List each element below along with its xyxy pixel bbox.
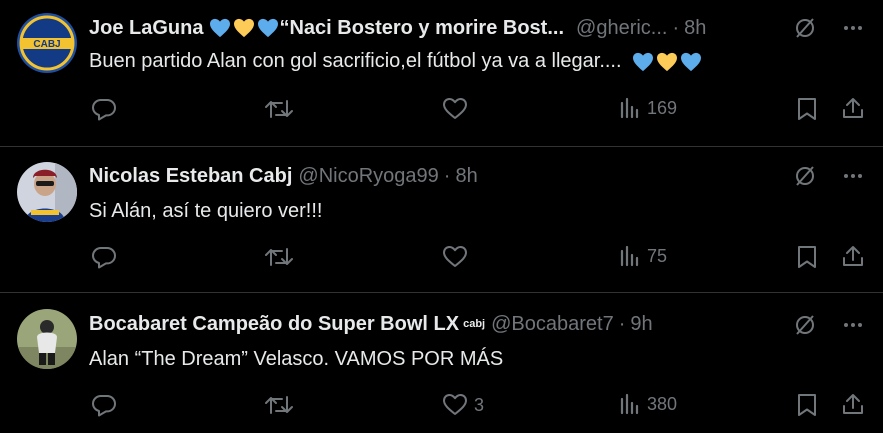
bookmark-icon <box>798 98 816 120</box>
bookmark-button[interactable] <box>796 97 818 121</box>
display-name-suffix[interactable]: “Naci Bostero y morire Bost... <box>279 17 564 40</box>
retweet-button[interactable] <box>264 97 294 121</box>
share-button[interactable] <box>841 392 865 416</box>
more-icon[interactable] <box>841 313 865 337</box>
user-handle[interactable]: @Bocabaret7 <box>491 313 614 336</box>
timestamp[interactable]: 8h <box>684 17 706 40</box>
view-count: 169 <box>647 97 678 118</box>
avatar[interactable] <box>17 162 77 222</box>
more-icon[interactable] <box>841 16 865 40</box>
tweet-3[interactable]: Bocabaret Campeão do Super Bowl LX cabj … <box>0 293 883 433</box>
name-emojis <box>209 18 279 38</box>
display-name[interactable]: Nicolas Esteban Cabj <box>89 165 292 188</box>
views-button[interactable]: 75 <box>619 245 667 267</box>
blue-heart-icon <box>258 18 279 38</box>
more-icon[interactable] <box>841 164 865 188</box>
reply-button[interactable] <box>91 245 117 269</box>
views-icon <box>620 393 639 415</box>
tweet-text: Buen partido Alan con gol sacrificio,el … <box>89 50 622 72</box>
share-icon <box>843 394 863 414</box>
tweet-text: Si Alán, así te quiero ver!!! <box>89 200 323 222</box>
reply-feed: CABJ Joe LaGuna “Naci Bostero y morire B… <box>0 0 883 433</box>
timestamp[interactable]: 9h <box>630 313 652 336</box>
like-icon <box>443 394 467 415</box>
share-icon <box>843 98 863 118</box>
display-name[interactable]: Joe LaGuna <box>89 17 203 40</box>
share-icon <box>843 246 863 266</box>
reply-button[interactable] <box>91 393 117 417</box>
tweet-1[interactable]: CABJ Joe LaGuna “Naci Bostero y morire B… <box>0 0 883 146</box>
yellow-heart-icon <box>234 18 255 38</box>
reply-icon <box>92 247 116 269</box>
boca-crest-avatar: CABJ <box>17 13 77 73</box>
blue-heart-icon <box>680 52 701 71</box>
views-button[interactable]: 169 <box>619 97 677 119</box>
views-icon <box>620 97 639 119</box>
grok-icon[interactable] <box>793 164 817 188</box>
views-icon <box>620 245 639 267</box>
profile-photo <box>17 309 77 369</box>
separator-dot: · <box>618 312 626 335</box>
like-button[interactable] <box>442 97 474 121</box>
blue-heart-icon <box>632 52 653 71</box>
views-button[interactable]: 380 <box>619 393 677 415</box>
yellow-heart-icon <box>656 52 677 71</box>
bookmark-button[interactable] <box>796 245 818 269</box>
grok-icon[interactable] <box>793 16 817 40</box>
reply-button[interactable] <box>91 97 117 121</box>
view-count: 380 <box>647 393 678 414</box>
grok-icon[interactable] <box>793 313 817 337</box>
profile-photo <box>17 162 77 222</box>
user-handle[interactable]: @NicoRyoga99 <box>298 165 438 188</box>
avatar[interactable] <box>17 309 77 369</box>
avatar[interactable]: CABJ <box>17 13 77 73</box>
text-emojis <box>632 52 702 72</box>
separator-dot: · <box>443 164 451 187</box>
like-button[interactable]: 3 <box>442 393 484 417</box>
retweet-icon <box>265 248 293 266</box>
retweet-icon <box>265 100 293 118</box>
bookmark-button[interactable] <box>796 393 818 417</box>
share-button[interactable] <box>841 244 865 268</box>
like-button[interactable] <box>442 245 474 269</box>
avatar-crest-letters: CABJ <box>33 39 60 50</box>
bookmark-icon <box>798 246 816 268</box>
affiliate-badge[interactable]: cabj <box>463 318 485 330</box>
reply-icon <box>92 99 116 121</box>
user-handle[interactable]: @gheric... <box>576 17 667 40</box>
retweet-button[interactable] <box>264 393 294 417</box>
share-button[interactable] <box>841 96 865 120</box>
like-icon <box>443 246 467 267</box>
separator-dot: · <box>672 16 680 39</box>
tweet-text: Alan “The Dream” Velasco. VAMOS POR MÁS <box>89 348 504 370</box>
blue-heart-icon <box>210 18 231 38</box>
view-count: 75 <box>647 245 668 266</box>
retweet-button[interactable] <box>264 245 294 269</box>
retweet-icon <box>265 396 293 414</box>
like-count: 3 <box>474 394 485 415</box>
reply-icon <box>92 395 116 417</box>
display-name[interactable]: Bocabaret Campeão do Super Bowl LX <box>89 313 459 336</box>
tweet-2[interactable]: Nicolas Esteban Cabj @NicoRyoga99 · 8h S… <box>0 147 883 292</box>
like-icon <box>443 98 467 119</box>
timestamp[interactable]: 8h <box>455 165 477 188</box>
bookmark-icon <box>798 394 816 416</box>
